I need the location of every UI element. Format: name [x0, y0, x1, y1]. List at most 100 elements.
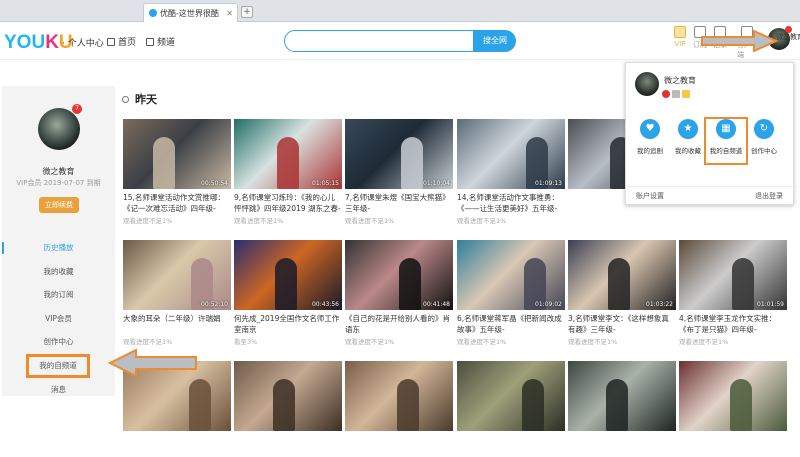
watch-progress: 观看进度不足1% — [679, 338, 729, 346]
video-title[interactable]: 《自己的花是开给别人看的》肖语东 — [345, 313, 453, 335]
video-duration: 00:41:48 — [423, 301, 450, 308]
video-card[interactable]: 01:05:15 9,名师课堂习炼玲：《我的心儿怦怦跳》四年级2019 湖东之春-… — [234, 119, 342, 225]
sidebar-item-my-channel[interactable]: 我的自频道 — [26, 353, 90, 378]
video-title[interactable]: 何先成_2019全国作文名师工作室南京 — [234, 313, 342, 335]
video-title[interactable]: 大象的耳朵（二年级）许瑞娟 — [123, 313, 231, 335]
video-title[interactable]: 14,名师课堂活动作文事推勇：《——让生活更美好》五年级- — [457, 192, 565, 214]
video-card[interactable] — [457, 361, 565, 457]
create-icon: ↻ — [754, 119, 774, 139]
video-thumbnail[interactable]: 00:50:54 — [123, 119, 231, 189]
video-card[interactable]: 01:09:02 6,名师课堂蒋军晶《把新闻改成故事》五年级- 观看进度不足1% — [457, 240, 565, 346]
video-thumbnail[interactable]: 01:09:02 — [457, 240, 565, 310]
popup-avatar[interactable] — [635, 72, 659, 96]
video-thumbnail[interactable]: 00:52:10 — [123, 240, 231, 310]
video-duration: 00:43:56 — [312, 301, 339, 308]
vip-entry[interactable]: VIP — [670, 26, 690, 48]
video-duration: 00:52:10 — [201, 301, 228, 308]
video-card[interactable]: 00:41:48 《自己的花是开给别人看的》肖语东观看进度不足1% — [345, 240, 453, 346]
video-title[interactable] — [123, 434, 231, 456]
watch-progress: 观看进度不足1% — [457, 217, 507, 225]
video-title[interactable] — [679, 434, 787, 456]
sidebar-item-favorites[interactable]: 我的收藏 — [2, 260, 115, 284]
video-duration: 01:05:15 — [312, 180, 339, 187]
my-favorites-label: 我的收藏 — [675, 147, 701, 155]
video-title[interactable]: 15,名师课堂活动作文赏推哪：《记一次难忘活动》四年级- — [123, 192, 231, 214]
channel-icon: ▦ — [716, 119, 736, 139]
profile-sidebar: 7 微之教育 VIP会员 2019-07-07 到期 立即续费 历史播放 我的收… — [2, 86, 115, 396]
video-title[interactable]: 9,名师课堂习炼玲：《我的心儿怦怦跳》四年级2019 湖东之春- — [234, 192, 342, 214]
nav-channel[interactable]: 频道 — [146, 35, 175, 48]
video-thumbnail[interactable]: 01:05:15 — [234, 119, 342, 189]
close-icon[interactable]: ✕ — [226, 9, 233, 18]
section-title: 昨天 — [135, 93, 157, 106]
video-thumbnail[interactable]: 01:03:22 — [568, 240, 676, 310]
annotation-arrow-left — [108, 348, 197, 378]
thumbnail-figure — [399, 258, 421, 310]
popup-badges — [662, 90, 690, 98]
section-header: 昨天 — [122, 91, 157, 107]
thumbnail-figure — [608, 258, 630, 310]
watch-progress: 观看进度不足1% — [345, 338, 395, 346]
user-popup-menu: 微之教育 ♥ 我的追剧 ★ 我的收藏 ▦ 我的自频道 ↻ 创作中心 账户设置 退… — [625, 62, 794, 205]
video-thumbnail[interactable]: 01:09:13 — [457, 119, 565, 189]
renew-button[interactable]: 立即续费 — [39, 197, 79, 213]
thumbnail-figure — [522, 379, 544, 431]
timeline-dot-icon — [122, 95, 129, 103]
search-button[interactable]: 搜全网 — [474, 30, 516, 52]
account-settings-link[interactable]: 账户设置 — [636, 191, 664, 201]
video-thumbnail[interactable]: 01:01:59 — [679, 240, 787, 310]
video-title[interactable] — [345, 434, 453, 456]
my-shows-label: 我的追剧 — [637, 147, 663, 155]
new-tab-button[interactable]: + — [241, 6, 253, 18]
logout-link[interactable]: 退出登录 — [755, 191, 783, 201]
sidebar-item-history[interactable]: 历史播放 — [2, 236, 115, 260]
video-card[interactable] — [568, 361, 676, 457]
video-card[interactable]: 00:43:56 何先成_2019全国作文名师工作室南京看至3% — [234, 240, 342, 346]
video-card[interactable] — [679, 361, 787, 457]
avatar[interactable]: 7 — [38, 104, 82, 150]
video-thumbnail[interactable]: 00:43:56 — [234, 240, 342, 310]
video-duration: 01:09:02 — [535, 301, 562, 308]
video-title[interactable] — [568, 434, 676, 456]
thumbnail-figure — [730, 379, 752, 431]
video-card[interactable]: 01:01:59 4,名师课堂李玉龙作文实推：《布丁是只猫》四年级- 观看进度不足1… — [679, 240, 787, 346]
video-title[interactable]: 6,名师课堂蒋军晶《把新闻改成故事》五年级- — [457, 313, 565, 335]
profile-name: 微之教育 — [42, 167, 75, 176]
video-card[interactable]: 01:03:22 3,名师课堂李文：《这样想象真有趣》三年级- 观看进度不足1% — [568, 240, 676, 346]
watch-progress: 观看进度不足1% — [345, 217, 395, 225]
video-title[interactable] — [234, 434, 342, 456]
creator-center-button[interactable]: ↻ 创作中心 — [747, 119, 781, 165]
video-card[interactable]: 00:50:54 15,名师课堂活动作文赏推哪：《记一次难忘活动》四年级- 观看进度… — [123, 119, 231, 225]
search-input[interactable] — [284, 30, 474, 52]
video-card[interactable] — [234, 361, 342, 457]
video-duration: 01:10:04 — [423, 180, 450, 187]
sidebar-item-messages[interactable]: 消息 — [2, 378, 115, 402]
video-title[interactable] — [457, 434, 565, 456]
home-icon — [107, 37, 115, 46]
video-card[interactable]: 01:10:04 7,名师课堂朱煜《国宝大熊猫》三年级- 观看进度不足1% — [345, 119, 453, 225]
video-thumbnail[interactable]: 00:41:48 — [345, 240, 453, 310]
vip-expiry: VIP会员 2019-07-07 到期 — [16, 179, 101, 187]
my-shows-button[interactable]: ♥ 我的追剧 — [633, 119, 667, 165]
sidebar-item-creator-center[interactable]: 创作中心 — [2, 330, 115, 354]
watch-progress: 观看进度不足1% — [234, 217, 284, 225]
my-favorites-button[interactable]: ★ 我的收藏 — [671, 119, 705, 165]
thumbnail-figure — [273, 379, 295, 431]
video-duration: 01:01:59 — [757, 301, 784, 308]
video-title[interactable]: 4,名师课堂李玉龙作文实推：《布丁是只猫》四年级- — [679, 313, 787, 335]
watch-progress: 看至3% — [234, 338, 258, 346]
video-title[interactable]: 3,名师课堂李文：《这样想象真有趣》三年级- — [568, 313, 676, 335]
video-card[interactable] — [345, 361, 453, 457]
browser-tab[interactable]: 优酷-这世界很酷 ✕ — [143, 3, 238, 22]
nav-home[interactable]: 首页 — [107, 35, 136, 48]
sidebar-item-subscriptions[interactable]: 我的订阅 — [2, 283, 115, 307]
watch-progress: 观看进度不足1% — [123, 338, 173, 346]
heart-icon: ♥ — [640, 119, 660, 139]
video-thumbnail[interactable]: 01:10:04 — [345, 119, 453, 189]
my-channel-button[interactable]: ▦ 我的自频道 — [704, 117, 748, 165]
video-title[interactable]: 7,名师课堂朱煜《国宝大熊猫》三年级- — [345, 192, 453, 214]
nav-channel-label: 频道 — [157, 38, 176, 48]
sidebar-item-vip[interactable]: VIP会员 — [2, 307, 115, 331]
video-card[interactable]: 01:09:13 14,名师课堂活动作文事推勇：《——让生活更美好》五年级- 观看进… — [457, 119, 565, 225]
video-card[interactable]: 00:52:10 大象的耳朵（二年级）许瑞娟观看进度不足1% — [123, 240, 231, 346]
